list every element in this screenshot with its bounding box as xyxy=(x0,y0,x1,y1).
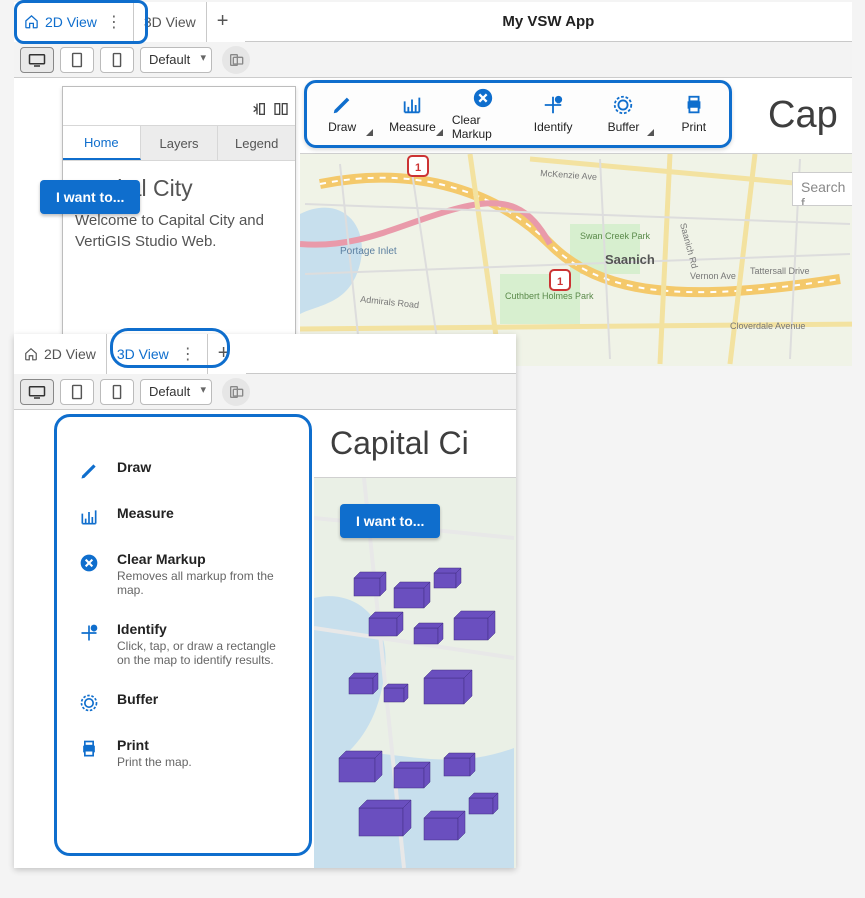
device-desktop-button[interactable] xyxy=(20,379,54,405)
search-input[interactable]: Search f xyxy=(792,172,852,206)
orientation-button[interactable] xyxy=(222,46,250,74)
panel-welcome: Welcome to Capital City and VertiGIS Stu… xyxy=(75,210,283,252)
tb-print[interactable]: Print xyxy=(663,94,725,134)
app-title: My VSW App xyxy=(245,13,852,30)
menu-item-draw[interactable]: Draw xyxy=(71,447,295,493)
tb-label: Print xyxy=(681,120,706,134)
tb-label: Measure xyxy=(389,120,436,134)
panel-collapse-icon[interactable] xyxy=(251,101,267,117)
menu-item-print[interactable]: Print Print the map. xyxy=(71,725,295,781)
menu-item-buffer[interactable]: Buffer xyxy=(71,679,295,725)
buffer-icon xyxy=(77,693,101,713)
pencil-icon xyxy=(331,94,353,116)
menu-label: Print xyxy=(117,737,192,753)
device-tablet-button[interactable] xyxy=(60,379,94,405)
sp-tab-home[interactable]: Home xyxy=(63,126,141,160)
menu-item-measure[interactable]: Measure xyxy=(71,493,295,539)
menu-label: Draw xyxy=(117,459,151,475)
device-desktop-button[interactable] xyxy=(20,47,54,73)
home-icon xyxy=(24,347,38,361)
menu-label: Identify xyxy=(117,621,287,637)
identify-icon: i xyxy=(542,94,564,116)
svg-text:i: i xyxy=(558,97,560,104)
device-bar: Default xyxy=(14,42,852,78)
clear-icon xyxy=(77,553,101,573)
identify-icon: i xyxy=(77,623,101,643)
map-title: Capital Ci xyxy=(330,425,469,462)
tb-identify[interactable]: i Identify xyxy=(522,94,584,134)
panel-expand-icon[interactable] xyxy=(273,101,289,117)
svg-text:1: 1 xyxy=(557,276,563,288)
tab-menu-icon[interactable]: ⋮ xyxy=(105,12,123,32)
menu-label: Buffer xyxy=(117,691,158,707)
map-label: Vernon Ave xyxy=(690,271,736,281)
device-phone-button[interactable] xyxy=(100,379,134,405)
menu-desc: Removes all markup from the map. xyxy=(117,569,287,597)
clear-icon xyxy=(472,87,494,109)
i-want-to-button[interactable]: I want to... xyxy=(340,504,440,538)
print-icon xyxy=(77,739,101,759)
menu-label: Clear Markup xyxy=(117,551,287,567)
tab-3d-view[interactable]: 3D View xyxy=(134,2,207,42)
sp-tab-layers[interactable]: Layers xyxy=(141,126,219,160)
map-title: Cap xyxy=(768,94,838,137)
menu-item-identify[interactable]: i Identify Click, tap, or draw a rectang… xyxy=(71,609,295,679)
svg-text:1: 1 xyxy=(415,162,421,174)
pencil-icon xyxy=(77,461,101,481)
tb-draw[interactable]: Draw xyxy=(311,94,373,134)
tab-label: 3D View xyxy=(117,346,169,362)
tab-3d-view[interactable]: 3D View ⋮ xyxy=(107,334,208,374)
menu-desc: Click, tap, or draw a rectangle on the m… xyxy=(117,639,287,667)
tab-2d-view[interactable]: 2D View xyxy=(14,334,107,374)
tool-menu: Draw Measure Clear Markup Removes all ma… xyxy=(54,414,312,856)
map-title-strip: Capital Ci xyxy=(314,410,516,478)
tab-label: 3D View xyxy=(144,14,196,30)
layout-select[interactable]: Default xyxy=(140,379,212,405)
device-tablet-button[interactable] xyxy=(60,47,94,73)
device-bar: Default xyxy=(14,374,516,410)
i-want-to-button[interactable]: I want to... xyxy=(40,180,140,214)
map-label: Tattersall Drive xyxy=(750,266,810,276)
orientation-button[interactable] xyxy=(222,378,250,406)
dropdown-icon xyxy=(436,129,443,136)
print-icon xyxy=(683,94,705,116)
map-label: Cloverdale Avenue xyxy=(730,321,805,331)
sp-tab-legend[interactable]: Legend xyxy=(218,126,295,160)
screenshot-3d-view: 2D View 3D View ⋮ + Default xyxy=(14,334,516,868)
tb-clear-markup[interactable]: Clear Markup xyxy=(452,87,514,141)
ruler-icon xyxy=(401,94,423,116)
layout-select[interactable]: Default xyxy=(140,47,212,73)
screenshot-2d-view: 2D View ⋮ 3D View + My VSW App Default xyxy=(14,2,852,366)
dropdown-icon xyxy=(366,129,373,136)
tb-label: Buffer xyxy=(608,120,640,134)
tab-label: 2D View xyxy=(44,346,96,362)
tb-label: Clear Markup xyxy=(452,113,514,141)
tb-buffer[interactable]: Buffer xyxy=(592,94,654,134)
tab-menu-icon[interactable]: ⋮ xyxy=(179,344,197,364)
buffer-icon xyxy=(612,94,634,116)
home-icon xyxy=(24,14,39,29)
map-label: Swan Creek Park xyxy=(580,231,651,241)
device-phone-button[interactable] xyxy=(100,47,134,73)
map-label: Cuthbert Holmes Park xyxy=(505,291,594,301)
tb-label: Draw xyxy=(328,120,356,134)
menu-item-clear-markup[interactable]: Clear Markup Removes all markup from the… xyxy=(71,539,295,609)
map-toolbar: Draw Measure Clear Markup i Identify xyxy=(304,80,732,148)
map-label: Saanich xyxy=(605,252,655,267)
menu-label: Measure xyxy=(117,505,174,521)
tab-2d-view[interactable]: 2D View ⋮ xyxy=(14,2,134,42)
menu-desc: Print the map. xyxy=(117,755,192,769)
side-panel-tabs: Home Layers Legend xyxy=(63,125,295,161)
tb-measure[interactable]: Measure xyxy=(381,94,443,134)
tab-add[interactable]: + xyxy=(208,334,246,374)
tb-label: Identify xyxy=(534,120,573,134)
tab-label: 2D View xyxy=(45,14,97,30)
tab-add[interactable]: + xyxy=(207,2,245,42)
app-body: Capital Ci xyxy=(14,410,516,868)
map-label: Portage Inlet xyxy=(340,246,397,257)
view-tabbar: 2D View ⋮ 3D View + My VSW App xyxy=(14,2,852,42)
ruler-icon xyxy=(77,507,101,527)
dropdown-icon xyxy=(647,129,654,136)
view-tabbar: 2D View 3D View ⋮ + xyxy=(14,334,516,374)
